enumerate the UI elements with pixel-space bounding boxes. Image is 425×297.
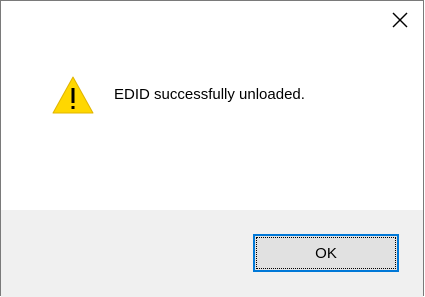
- warning-icon: [52, 76, 94, 114]
- close-button[interactable]: [377, 1, 423, 39]
- ok-button-label: OK: [256, 237, 396, 269]
- close-icon: [392, 12, 408, 28]
- ok-button[interactable]: OK: [253, 234, 399, 272]
- message-dialog: EDID successfully unloaded. OK: [0, 0, 424, 297]
- title-bar: [1, 1, 423, 39]
- button-area: OK: [1, 210, 423, 297]
- dialog-message: EDID successfully unloaded.: [114, 86, 305, 103]
